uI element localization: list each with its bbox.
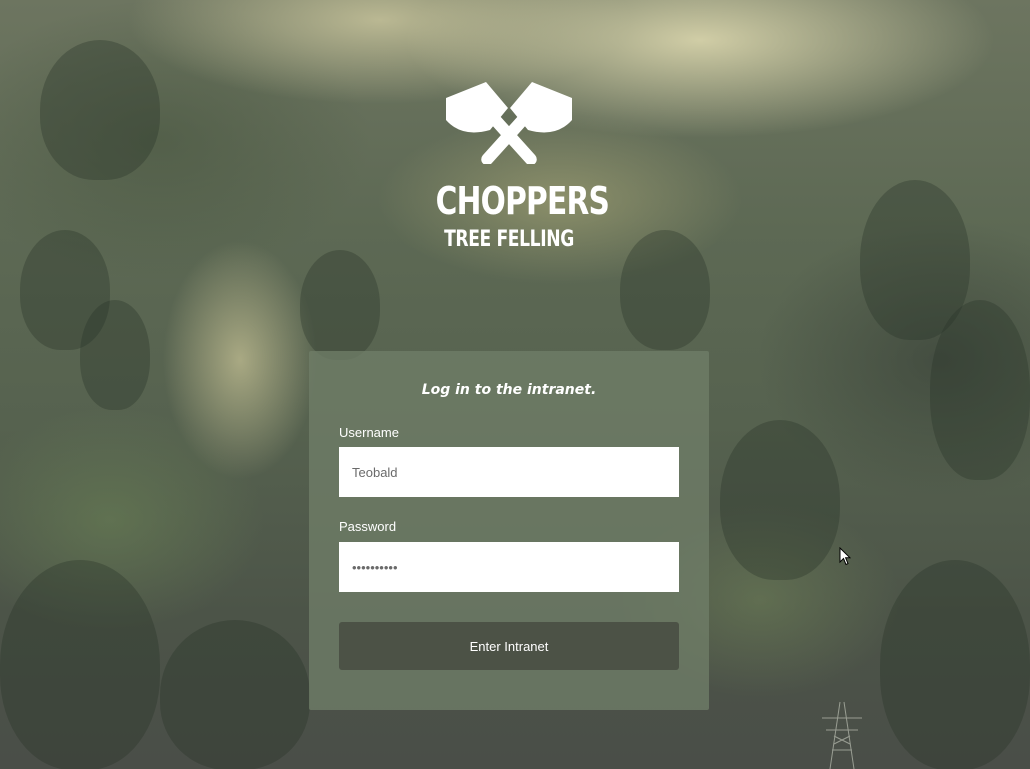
mouse-cursor-icon <box>839 547 851 566</box>
username-label: Username <box>339 425 399 440</box>
brand-name: CHOPPERS <box>435 179 610 223</box>
brand-tagline: TREE FELLING <box>444 227 574 252</box>
power-tower-icon <box>822 701 862 769</box>
password-label: Password <box>339 519 397 534</box>
password-input[interactable] <box>339 542 679 592</box>
enter-intranet-button[interactable]: Enter Intranet <box>339 622 679 670</box>
username-input[interactable] <box>339 447 679 497</box>
login-title: Log in to the intranet. <box>421 382 597 398</box>
login-panel: Log in to the intranet. Username Passwor… <box>309 351 709 710</box>
brand-logo: CHOPPERS TREE FELLING <box>415 78 615 258</box>
crossed-axes-icon <box>446 82 572 164</box>
